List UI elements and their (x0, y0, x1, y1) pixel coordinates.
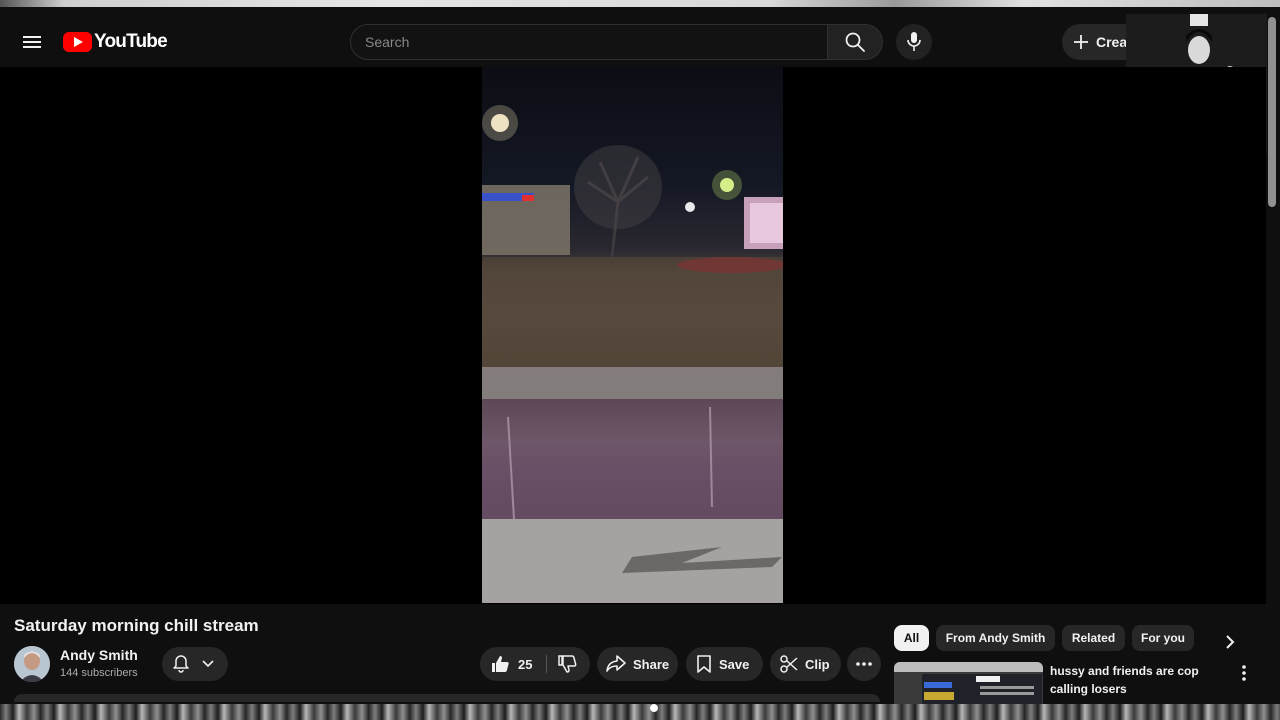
thumbs-down-icon (558, 655, 577, 673)
video-title: Saturday morning chill stream (14, 616, 259, 635)
chevron-right-icon (1226, 635, 1235, 649)
more-actions-button[interactable] (847, 647, 881, 681)
video-frame[interactable] (482, 67, 783, 603)
recommended-more-button[interactable] (1234, 662, 1254, 684)
like-button[interactable]: 25 (480, 647, 546, 681)
chip-from-andy-smith[interactable]: From Andy Smith (936, 625, 1055, 651)
menu-icon (23, 36, 41, 38)
search-icon (845, 32, 865, 52)
plus-icon (1074, 35, 1088, 49)
thumbnail-image (894, 662, 1043, 704)
recommended-thumbnail[interactable] (894, 662, 1043, 704)
chip-for-you[interactable]: For you (1132, 625, 1194, 651)
scissors-icon (780, 655, 798, 673)
avatar-image (14, 646, 50, 682)
like-count: 25 (518, 656, 533, 672)
share-label: Share (633, 656, 670, 672)
thumbs-up-icon (492, 656, 509, 672)
menu-button[interactable] (20, 30, 44, 54)
save-label: Save (719, 656, 750, 672)
save-button[interactable]: Save (686, 647, 763, 681)
more-vertical-icon (1242, 665, 1246, 681)
search-button[interactable] (827, 24, 883, 60)
screen-bottom-border (0, 704, 1280, 720)
recommended-title[interactable]: hussy and friends are cop calling losers (1050, 662, 1210, 698)
chevron-down-icon (202, 660, 214, 668)
clip-button[interactable]: Clip (770, 647, 841, 681)
video-player[interactable] (0, 67, 1266, 604)
chip-related[interactable]: Related (1062, 625, 1125, 651)
description-box[interactable] (14, 694, 880, 702)
channel-avatar[interactable] (14, 646, 50, 682)
like-dislike-group: 25 (480, 647, 590, 681)
bookmark-icon (697, 655, 711, 673)
youtube-play-logo-icon (63, 32, 92, 52)
share-icon (606, 655, 626, 672)
search-input[interactable] (351, 25, 827, 59)
channel-name[interactable]: Andy Smith (60, 647, 138, 663)
top-header: YouTube Creat (0, 17, 1280, 67)
youtube-logo[interactable]: YouTube (63, 29, 168, 55)
subscriber-count: 144 subscribers (60, 667, 138, 679)
voice-search-button[interactable] (896, 24, 932, 60)
chips-next-button[interactable] (1216, 628, 1244, 656)
more-horizontal-icon (856, 662, 872, 666)
mic-icon (907, 32, 921, 51)
screen-top-border (0, 0, 1280, 17)
page-scrollbar[interactable] (1268, 17, 1276, 207)
bell-icon (173, 655, 189, 673)
notifications-button[interactable] (162, 647, 228, 681)
search-box (350, 24, 828, 60)
youtube-watch-page: YouTube Creat (0, 0, 1280, 720)
logo-text: YouTube (94, 31, 168, 52)
clip-label: Clip (805, 656, 830, 672)
dislike-button[interactable] (547, 647, 590, 681)
video-scene (482, 105, 783, 603)
chip-all[interactable]: All (894, 625, 929, 651)
cursor-dot (650, 704, 658, 712)
share-button[interactable]: Share (597, 647, 678, 681)
